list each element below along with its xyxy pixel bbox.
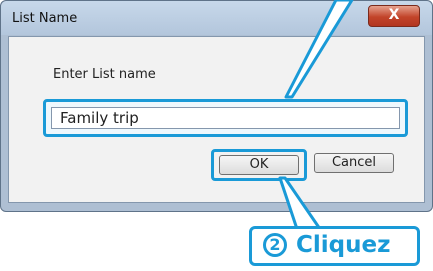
- click-callout: 2 Cliquez: [249, 226, 420, 266]
- step-number-badge: 2: [263, 233, 287, 257]
- callout-text: Cliquez: [296, 232, 391, 258]
- ok-callout-pointer: [278, 176, 322, 231]
- input-callout-pointer: [284, 0, 354, 99]
